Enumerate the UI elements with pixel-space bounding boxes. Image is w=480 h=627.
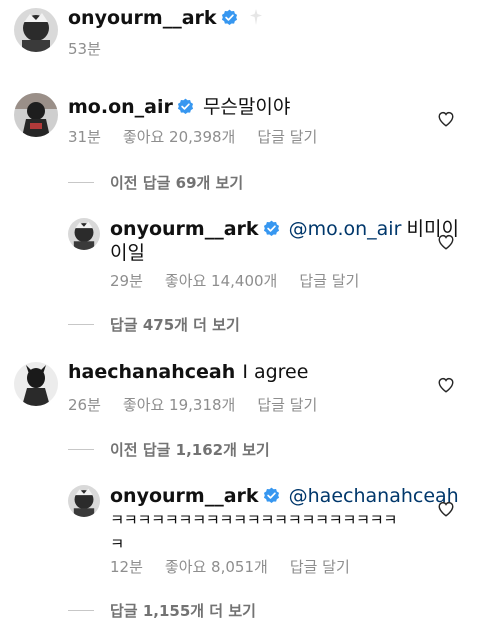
post-author-username[interactable]: onyourm__ark <box>68 7 217 29</box>
comment-username[interactable]: haechanahceah <box>68 361 235 383</box>
reply-mention-link[interactable]: @mo.on_air <box>289 218 402 240</box>
reply-mention-link[interactable]: @haechanahceah <box>289 485 459 507</box>
verified-badge-icon <box>263 220 280 237</box>
reply-text-line1: ㅋㅋㅋㅋㅋㅋㅋㅋㅋㅋㅋㅋㅋㅋㅋㅋㅋㅋㅋㅋㅋ <box>110 511 397 529</box>
reply-text-line2: 이일 <box>110 242 145 264</box>
reply-button[interactable]: 답글 달기 <box>290 558 350 576</box>
comment-body: mo.on_air 무슨말이야 <box>68 95 290 120</box>
verified-badge-icon <box>221 9 238 26</box>
verified-badge-icon <box>263 487 280 504</box>
heart-outline-icon[interactable] <box>437 376 455 394</box>
more-replies-link[interactable]: 답글 475개 더 보기 <box>68 314 240 335</box>
comment-username[interactable]: mo.on_air <box>68 96 173 118</box>
divider-dash <box>68 182 94 183</box>
divider-dash <box>68 449 94 450</box>
stars-emoji-icon <box>249 8 263 26</box>
post-time: 53분 <box>68 40 101 58</box>
reply-time: 29분 <box>110 272 143 290</box>
comment-likes[interactable]: 좋아요 19,318개 <box>123 396 235 414</box>
reply-button[interactable]: 답글 달기 <box>257 128 317 146</box>
comment-likes[interactable]: 좋아요 20,398개 <box>123 128 235 146</box>
post-author-avatar[interactable] <box>14 8 58 52</box>
reply-likes[interactable]: 좋아요 8,051개 <box>165 558 268 576</box>
comment-text: 무슨말이야 <box>202 96 291 118</box>
divider-dash <box>68 610 94 611</box>
reply-body: onyourm__ark @mo.on_air 비미이 <box>110 217 459 242</box>
view-previous-replies-link[interactable]: 이전 답글 69개 보기 <box>68 172 243 193</box>
reply-avatar[interactable] <box>68 485 100 517</box>
comment-body: haechanahceah I agree <box>68 360 308 385</box>
heart-outline-icon[interactable] <box>437 233 455 251</box>
reply-time: 12분 <box>110 558 143 576</box>
reply-meta: 12분 좋아요 8,051개 답글 달기 <box>110 556 350 577</box>
verified-badge-icon <box>177 98 194 115</box>
reply-text-line2: ㅋ <box>110 535 125 553</box>
post-author-line: onyourm__ark <box>68 6 263 31</box>
more-replies-link[interactable]: 답글 1,155개 더 보기 <box>68 600 256 621</box>
comment-time: 26분 <box>68 396 101 414</box>
comment-avatar[interactable] <box>14 362 58 406</box>
reply-body: onyourm__ark @haechanahceah <box>110 484 459 509</box>
reply-meta: 29분 좋아요 14,400개 답글 달기 <box>110 270 359 291</box>
reply-likes[interactable]: 좋아요 14,400개 <box>165 272 277 290</box>
reply-avatar[interactable] <box>68 218 100 250</box>
heart-outline-icon[interactable] <box>437 110 455 128</box>
comment-meta: 26분 좋아요 19,318개 답글 달기 <box>68 394 317 415</box>
reply-username[interactable]: onyourm__ark <box>110 485 259 507</box>
reply-button[interactable]: 답글 달기 <box>299 272 359 290</box>
comment-text: I agree <box>242 361 309 383</box>
heart-outline-icon[interactable] <box>437 500 455 518</box>
comment-time: 31분 <box>68 128 101 146</box>
reply-username[interactable]: onyourm__ark <box>110 218 259 240</box>
comment-avatar[interactable] <box>14 93 58 137</box>
comment-meta: 31분 좋아요 20,398개 답글 달기 <box>68 126 317 147</box>
reply-button[interactable]: 답글 달기 <box>257 396 317 414</box>
view-previous-replies-link[interactable]: 이전 답글 1,162개 보기 <box>68 439 270 460</box>
divider-dash <box>68 324 94 325</box>
